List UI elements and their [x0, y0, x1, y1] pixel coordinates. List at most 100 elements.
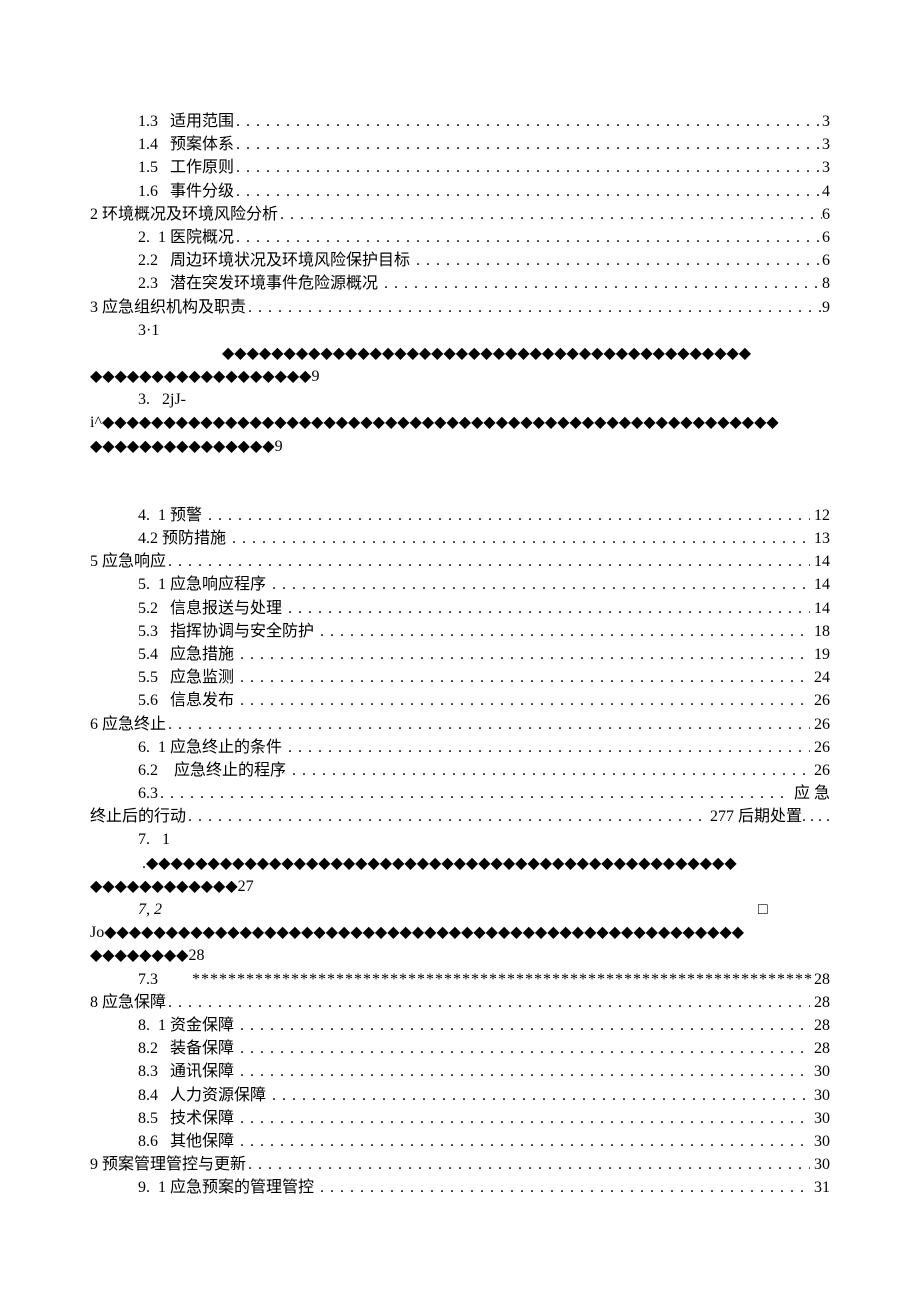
toc-number: 8.4 [138, 1084, 158, 1107]
toc-leader: . . . . . . . . . . . . . . . . . . . . … [186, 805, 706, 828]
toc-leader: . . . . . . . . . . . . . . . . . . . . … [234, 226, 822, 249]
toc-title: 应急措施 [158, 643, 238, 666]
toc-title: 环境概况及环境风险分析 [98, 203, 278, 226]
toc-leader: . . . . . . . . . . . . . . . . . . . . … [270, 573, 810, 596]
toc-leader: . . . . . . . . . . . . . . . . . . . . … [238, 1107, 810, 1130]
toc-title: 装备保障 [158, 1037, 238, 1060]
toc-number: 4. 1 [138, 504, 166, 527]
toc-title: 预警 [166, 504, 206, 527]
toc-title: 潜在突发环境事件危险源概况 [158, 272, 382, 295]
toc-leader: . . . . . . . . . . . . . . . . . . . . … [238, 643, 810, 666]
toc-page-number: 28 [810, 1014, 830, 1037]
toc-number: 5 [90, 550, 98, 573]
toc-number: 7.3 [138, 968, 158, 991]
toc-title: 其他保障 [158, 1130, 238, 1153]
toc-title: 应急响应程序 [166, 573, 270, 596]
toc-number: 6 [90, 713, 98, 736]
toc-entry: 2. 1 医院概况. . . . . . . . . . . . . . . .… [90, 226, 830, 249]
toc-entry: 8 应急保障. . . . . . . . . . . . . . . . . … [90, 991, 830, 1014]
toc-leader: . . . . . . . . . . . . . . . . . . . . … [234, 133, 822, 156]
toc-leader: . . . . . . . . . . . . . . . . . . . . … [382, 272, 822, 295]
toc-entry: 6. 1 应急终止的条件 . . . . . . . . . . . . . .… [90, 736, 830, 759]
toc-page-number: 4 [822, 180, 830, 203]
toc-title: 工作原则 [158, 156, 234, 179]
toc-entry: 5.5 应急监测 . . . . . . . . . . . . . . . .… [90, 666, 830, 689]
toc-entry: 1.3 适用范围. . . . . . . . . . . . . . . . … [90, 110, 830, 133]
toc-number: 1.5 [138, 156, 158, 179]
toc-number: 8.3 [138, 1060, 158, 1083]
toc-entry: 5.4 应急措施 . . . . . . . . . . . . . . . .… [90, 643, 830, 666]
toc-page-number: 28 [810, 991, 830, 1014]
toc-title: 应急预案的管理管控 [166, 1176, 318, 1199]
toc-number: 3 [90, 296, 98, 319]
toc-number: 5. 1 [138, 573, 166, 596]
toc-page-number: 30 [810, 1107, 830, 1130]
toc-page-number: 30 [810, 1130, 830, 1153]
toc-entry: 1.6 事件分级. . . . . . . . . . . . . . . . … [90, 180, 830, 203]
free-text-line: .◆◆◆◆◆◆◆◆◆◆◆◆◆◆◆◆◆◆◆◆◆◆◆◆◆◆◆◆◆◆◆◆◆◆◆◆◆◆◆… [90, 852, 830, 875]
toc-page-number: 30 [810, 1060, 830, 1083]
toc-number: 5.6 [138, 689, 158, 712]
toc-page-number: 28 [810, 1037, 830, 1060]
toc-number: 8.5 [138, 1107, 158, 1130]
toc-leader: . . . . . . . . . . . . . . . . . . . . … [166, 991, 810, 1014]
toc-number: 8 [90, 991, 98, 1014]
toc-number: 6.2 [138, 759, 158, 782]
toc-page-number: 14 [810, 573, 830, 596]
toc-leader: . . . . . . . . . . . . . . . . . . . . … [238, 689, 810, 712]
toc-title: 应急监测 [158, 666, 238, 689]
toc-number: 8.2 [138, 1037, 158, 1060]
toc-entry: 2.3 潜在突发环境事件危险源概况 . . . . . . . . . . . … [90, 272, 830, 295]
toc-title: 应急组织机构及职责 [98, 296, 246, 319]
free-text-line: 7. 1 [90, 828, 830, 851]
toc-entry: 5. 1 应急响应程序 . . . . . . . . . . . . . . … [90, 573, 830, 596]
toc-title: 资金保障 [166, 1014, 238, 1037]
toc-entry: 8.5 技术保障 . . . . . . . . . . . . . . . .… [90, 1107, 830, 1130]
free-text-line: ◆◆◆◆◆◆◆◆28 [90, 944, 830, 967]
toc-leader: . . . . . . . . . . . . . . . . . . . . … [318, 1176, 810, 1199]
toc-leader: . . . . . . . . . . . . . . . . . . . . … [278, 203, 822, 226]
toc-entry: 8.6 其他保障 . . . . . . . . . . . . . . . .… [90, 1130, 830, 1153]
toc-leader: . . . . . . . . . . . . . . . . . . . . … [414, 249, 822, 272]
toc-number: 2.3 [138, 272, 158, 295]
toc-page-number: 19 [810, 643, 830, 666]
toc-entry: 8. 1 资金保障 . . . . . . . . . . . . . . . … [90, 1014, 830, 1037]
toc-entry: 8.4 人力资源保障 . . . . . . . . . . . . . . .… [90, 1084, 830, 1107]
toc-page-number: 14 [810, 550, 830, 573]
toc-title: 应急终止 [98, 713, 166, 736]
toc-number: 6. 1 [138, 736, 166, 759]
toc-title: 应急终止的程序 [158, 759, 290, 782]
toc-leader: . . . . . . . . . . . . . . . . . . . . … [246, 1153, 810, 1176]
toc-leader: . . . . . . . . . . . . . . . . . . . . … [234, 180, 822, 203]
toc-page-number: 31 [810, 1176, 830, 1199]
toc-number: 5.5 [138, 666, 158, 689]
free-text-line: ◆◆◆◆◆◆◆◆◆◆◆◆27 [90, 875, 830, 898]
toc-title: 指挥协调与安全防护 [158, 620, 318, 643]
toc-page-number: 18 [810, 620, 830, 643]
toc-page-number: 30 [810, 1153, 830, 1176]
toc-number: 8.6 [138, 1130, 158, 1153]
toc-title: 信息报送与处理 [158, 597, 286, 620]
toc-number: 2 [90, 203, 98, 226]
toc-entry: 6.2 应急终止的程序 . . . . . . . . . . . . . . … [90, 759, 830, 782]
toc-title: 预案体系 [158, 133, 234, 156]
toc-title: 人力资源保障 [158, 1084, 270, 1107]
toc-entry: 3 应急组织机构及职责. . . . . . . . . . . . . . .… [90, 296, 830, 319]
toc-number: 5.3 [138, 620, 158, 643]
toc-leader: . . . . . . . . . . . . . . . . . . . . … [290, 759, 810, 782]
free-text-line: ◆◆◆◆◆◆◆◆◆◆◆◆◆◆◆9 [90, 435, 830, 458]
toc-title: 适用范围 [158, 110, 234, 133]
toc-number: 2.2 [138, 249, 158, 272]
free-text-line: Jo◆◆◆◆◆◆◆◆◆◆◆◆◆◆◆◆◆◆◆◆◆◆◆◆◆◆◆◆◆◆◆◆◆◆◆◆◆◆… [90, 921, 830, 944]
document-page: 1.3 适用范围. . . . . . . . . . . . . . . . … [0, 0, 920, 1301]
toc-entry: 4. 1 预警 . . . . . . . . . . . . . . . . … [90, 504, 830, 527]
free-text-line: 3·1 [90, 319, 830, 342]
toc-leader: . . . . . . . . . . . . . . . . . . . . … [238, 1014, 810, 1037]
toc-leader: . . . . . . . . . . . . . . . . . . . . … [246, 296, 822, 319]
toc-page-number: 3 [822, 133, 830, 156]
free-text-line: i^◆◆◆◆◆◆◆◆◆◆◆◆◆◆◆◆◆◆◆◆◆◆◆◆◆◆◆◆◆◆◆◆◆◆◆◆◆◆… [90, 411, 830, 434]
toc-leader: ****************************************… [190, 968, 814, 991]
toc-number: 5.4 [138, 643, 158, 666]
toc-title: 应急保障 [98, 991, 166, 1014]
free-text-line: ◆◆◆◆◆◆◆◆◆◆◆◆◆◆◆◆◆◆9 [90, 365, 830, 388]
